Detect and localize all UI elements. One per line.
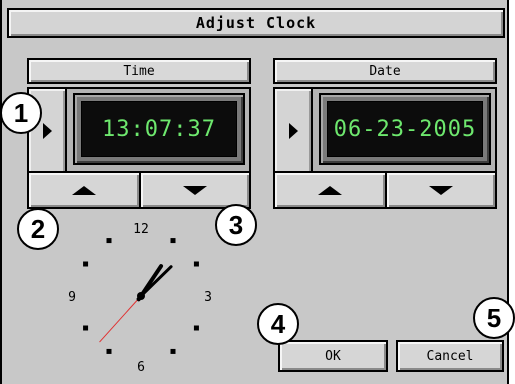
- date-display-frame: 06-23-2005: [273, 87, 497, 175]
- clock-hour-marker: [170, 348, 176, 354]
- clock-hour-marker: [170, 238, 176, 244]
- callout-3: 3: [215, 204, 257, 246]
- clock-numeral-6: 6: [137, 360, 145, 375]
- clock-hour-marker: [83, 261, 89, 267]
- clock-numeral-12: 12: [133, 222, 149, 237]
- adjust-clock-window: Adjust Clock Time 13:07:37 Date 06-23-20…: [0, 0, 509, 384]
- date-header: Date: [273, 58, 497, 84]
- clock-hour-marker: [193, 261, 199, 267]
- date-increment-button[interactable]: [273, 171, 387, 209]
- clock-hour-marker: [106, 348, 112, 354]
- triangle-down-icon: [183, 185, 207, 195]
- clock-numeral-9: 9: [68, 290, 76, 305]
- triangle-up-icon: [72, 185, 96, 195]
- clock-hour-marker: [83, 325, 89, 331]
- time-display-frame: 13:07:37: [27, 87, 251, 175]
- date-lcd-bezel: 06-23-2005: [319, 93, 491, 165]
- play-arrow-icon: [288, 123, 298, 139]
- callout-5: 5: [473, 297, 515, 339]
- ok-button[interactable]: OK: [278, 340, 388, 372]
- clock-numeral-3: 3: [204, 290, 212, 305]
- callout-2: 2: [17, 208, 59, 250]
- time-header: Time: [27, 58, 251, 84]
- time-lcd-bezel: 13:07:37: [73, 93, 245, 165]
- clock-center: [137, 292, 145, 300]
- date-select-button[interactable]: [275, 89, 313, 173]
- cancel-button[interactable]: Cancel: [396, 340, 504, 372]
- date-display: 06-23-2005: [327, 101, 483, 157]
- clock-hour-marker: [193, 325, 199, 331]
- title-bar: Adjust Clock: [7, 8, 505, 38]
- cancel-button-label: Cancel: [426, 348, 474, 364]
- time-display: 13:07:37: [81, 101, 237, 157]
- triangle-down-icon: [429, 185, 453, 195]
- window-title: Adjust Clock: [195, 14, 317, 32]
- time-increment-button[interactable]: [27, 171, 141, 209]
- date-header-label: Date: [369, 63, 401, 79]
- callout-1: 1: [0, 92, 42, 134]
- analog-clock: 12 3 6 9: [68, 222, 212, 375]
- triangle-up-icon: [318, 185, 342, 195]
- time-header-label: Time: [123, 63, 155, 79]
- play-arrow-icon: [42, 123, 52, 139]
- clock-hour-marker: [106, 238, 112, 244]
- ok-button-label: OK: [325, 348, 341, 364]
- second-hand: [99, 295, 142, 343]
- callout-4: 4: [257, 303, 299, 345]
- date-decrement-button[interactable]: [385, 171, 497, 209]
